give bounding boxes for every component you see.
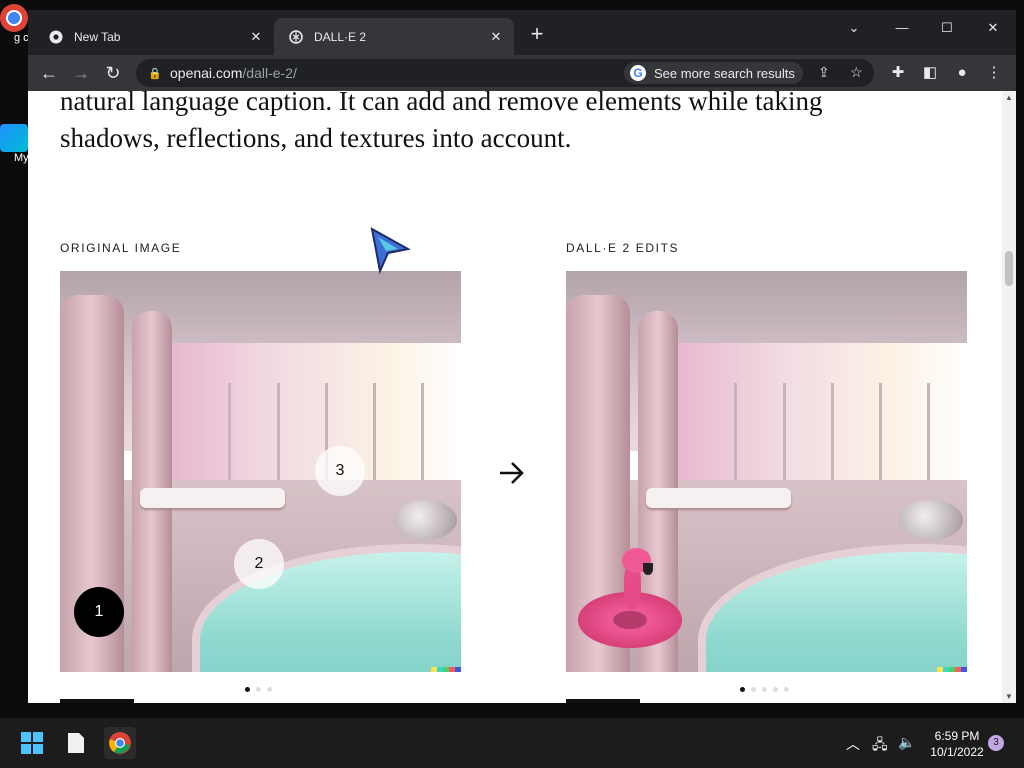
openai-icon xyxy=(288,29,304,45)
share-icon[interactable]: ⇪ xyxy=(818,64,830,81)
lock-icon: 🔒 xyxy=(148,67,162,80)
windows-logo-icon xyxy=(21,732,43,754)
scrollbar-thumb[interactable] xyxy=(1005,251,1013,286)
clock-date: 10/1/2022 xyxy=(930,745,984,759)
sofa xyxy=(140,487,285,508)
minimize-button[interactable]: — xyxy=(890,18,914,38)
dalle-cursor-icon xyxy=(368,225,412,275)
taskbar: ︿ 🖧 🔈 6:59 PM 10/1/2022 3 xyxy=(0,718,1024,768)
edit-marker-2[interactable]: 2 xyxy=(234,539,284,589)
edits-label: DALL·E 2 EDITS xyxy=(566,241,680,255)
google-search-chip[interactable]: G See more search results xyxy=(624,62,803,84)
carousel-dot[interactable] xyxy=(784,687,789,692)
dalle-signature-swatch xyxy=(431,667,461,672)
file-icon xyxy=(68,733,84,753)
address-bar[interactable]: 🔒 openai.com/dall-e-2/ G See more search… xyxy=(136,59,874,87)
carousel-dot[interactable] xyxy=(267,687,272,692)
chair xyxy=(392,499,457,540)
forward-arrow-icon[interactable]: → xyxy=(68,60,94,86)
desktop-shortcut-google-chrome[interactable]: g ch xyxy=(0,4,35,44)
bookmark-star-icon[interactable]: ☆ xyxy=(850,64,863,81)
scroll-up-icon[interactable]: ▲ xyxy=(1004,93,1014,102)
desktop-shortcut-my-google[interactable]: My G - S xyxy=(0,124,57,164)
page-content: natural language caption. It can add and… xyxy=(28,91,1002,703)
edits-carousel-dots xyxy=(740,687,789,692)
carousel-dot[interactable] xyxy=(773,687,778,692)
network-icon[interactable]: 🖧 xyxy=(872,734,888,758)
url-domain: openai.com xyxy=(170,65,243,81)
original-image-label: ORIGINAL IMAGE xyxy=(60,241,182,255)
reload-icon[interactable]: ↻ xyxy=(100,60,126,86)
start-button[interactable] xyxy=(16,727,48,759)
search-chip-label: See more search results xyxy=(654,65,795,81)
system-clock[interactable]: 6:59 PM 10/1/2022 xyxy=(926,728,988,760)
google-icon: G xyxy=(630,65,646,81)
scroll-down-icon[interactable]: ▼ xyxy=(1004,692,1014,701)
volume-icon[interactable]: 🔈 xyxy=(898,734,915,751)
carousel-dot[interactable] xyxy=(256,687,261,692)
side-panel-icon[interactable]: ◧ xyxy=(918,61,942,85)
close-window-button[interactable]: ✕ xyxy=(981,18,1005,38)
dalle-signature-swatch xyxy=(937,667,967,672)
close-tab-icon[interactable]: ✕ xyxy=(488,29,504,45)
thumbnail-strip[interactable] xyxy=(60,699,134,703)
carousel-dot[interactable] xyxy=(245,687,250,692)
taskbar-chrome[interactable] xyxy=(104,727,136,759)
tab-strip: New Tab ✕ DALL·E 2 ✕ + ⌄ — ☐ ✕ xyxy=(28,10,1016,55)
original-carousel-dots xyxy=(245,687,272,692)
browser-window: New Tab ✕ DALL·E 2 ✕ + ⌄ — ☐ ✕ ← → ↻ 🔒 o… xyxy=(28,10,1016,703)
browser-toolbar: ← → ↻ 🔒 openai.com/dall-e-2/ G See more … xyxy=(28,55,1016,91)
desktop-shortcut-label: g ch xyxy=(14,32,35,44)
arrow-right-icon xyxy=(498,459,526,493)
new-tab-button[interactable]: + xyxy=(526,23,548,46)
clock-time: 6:59 PM xyxy=(934,729,980,743)
original-image: 1 2 3 xyxy=(60,271,461,672)
tab-title: New Tab xyxy=(74,29,121,44)
chrome-desktop-icon xyxy=(0,4,28,32)
chair xyxy=(898,499,963,540)
edit-marker-3[interactable]: 3 xyxy=(315,446,365,496)
carousel-dot[interactable] xyxy=(762,687,767,692)
desktop-shortcut-label: My G - S xyxy=(14,152,57,164)
maximize-button[interactable]: ☐ xyxy=(935,18,959,38)
tab-title: DALL·E 2 xyxy=(314,29,367,44)
thumbnail-strip[interactable] xyxy=(566,699,640,703)
app-desktop-icon xyxy=(0,124,28,152)
chrome-icon xyxy=(109,732,131,754)
body-paragraph: natural language caption. It can add and… xyxy=(60,91,823,153)
edited-image xyxy=(566,271,967,672)
menu-kebab-icon[interactable]: ⋮ xyxy=(982,61,1006,85)
url-path: /dall-e-2/ xyxy=(242,65,297,81)
close-tab-icon[interactable]: ✕ xyxy=(248,29,264,45)
tab-dalle-2[interactable]: DALL·E 2 ✕ xyxy=(274,18,514,55)
carousel-dot[interactable] xyxy=(740,687,745,692)
profile-icon[interactable]: ● xyxy=(950,61,974,85)
flamingo-float xyxy=(578,547,683,648)
sofa xyxy=(646,487,791,508)
notification-badge[interactable]: 3 xyxy=(988,735,1004,751)
chrome-icon xyxy=(48,29,64,45)
back-arrow-icon[interactable]: ← xyxy=(36,60,62,86)
edit-marker-1[interactable]: 1 xyxy=(74,587,124,637)
tab-new-tab[interactable]: New Tab ✕ xyxy=(34,18,274,55)
tab-search-chevron-icon[interactable]: ⌄ xyxy=(842,18,866,38)
vertical-scrollbar[interactable]: ▲ ▼ xyxy=(1002,91,1016,703)
taskbar-file-app[interactable] xyxy=(60,727,92,759)
extensions-puzzle-icon[interactable]: ✚ xyxy=(886,61,910,85)
carousel-dot[interactable] xyxy=(751,687,756,692)
show-hidden-icons-chevron-icon[interactable]: ︿ xyxy=(846,734,860,754)
